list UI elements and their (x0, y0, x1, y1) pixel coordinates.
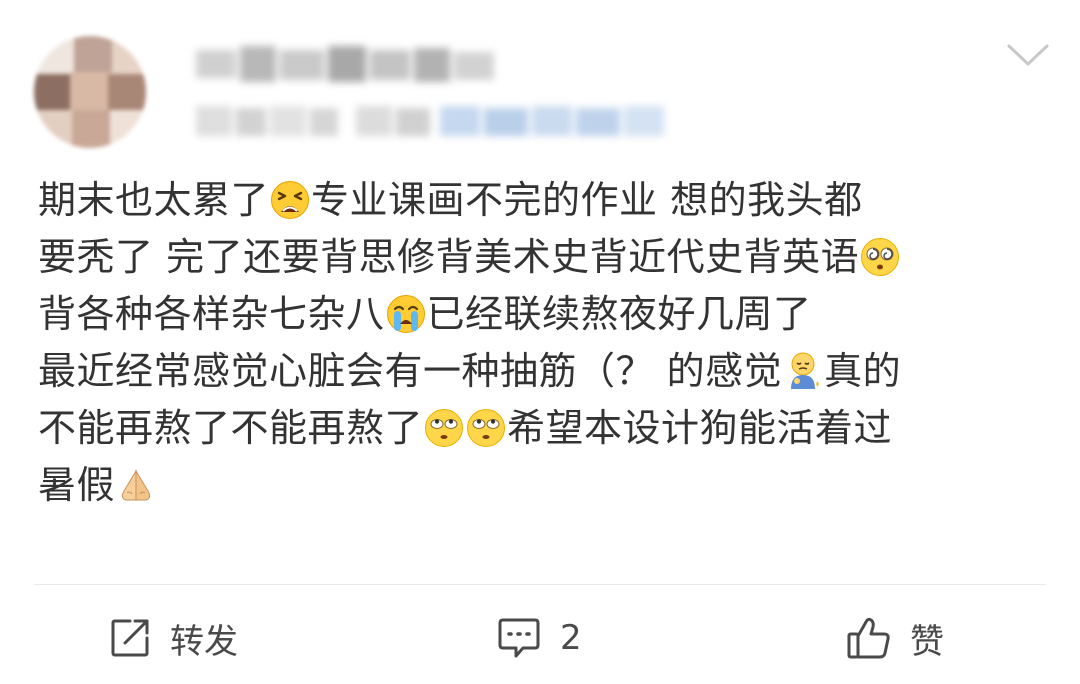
post-line: 背各种各样杂七杂八 已经联续熬夜好几周了 (38, 286, 1048, 343)
post-text-segment: 真的 (824, 349, 902, 393)
post-line: 要秃了 完了还要背思修背美术史背近代史背英语 (38, 229, 1048, 286)
dizzy-face-emoji-icon (861, 238, 900, 276)
tired-face-emoji-icon (271, 181, 310, 219)
share-icon (111, 619, 149, 657)
post-line: 最近经常感觉心脏会有一种抽筋（？ 的感觉 真的 (38, 343, 1048, 400)
comment-count: 2 (560, 618, 582, 658)
like-label: 赞 (910, 621, 944, 662)
chevron-down-icon[interactable] (1006, 40, 1050, 70)
eye-roll-face-emoji-icon (467, 409, 506, 447)
post-header (0, 0, 1080, 160)
folded-hands-emoji-icon (121, 469, 151, 501)
post-text-segment: 不能再熬了不能再熬了 (38, 406, 424, 450)
post-body: 期末也太累了 专业课画不完的作业 想的我头都 要秃了 完了还要背思修背美术史背近… (38, 172, 1048, 514)
post-text-segment: 背各种各样杂七杂八 (38, 292, 385, 336)
post-text-segment: 期末也太累了 (38, 178, 270, 222)
post-text-segment: 要秃了 完了还要背思修背美术史背近代史背英语 (38, 235, 860, 279)
thumbs-up-icon (847, 617, 890, 659)
repost-button[interactable]: 转发 (108, 616, 238, 662)
post-line: 不能再熬了不能再熬了 希望本设计狗能活着过 (38, 400, 1048, 457)
post-meta-blurred (196, 100, 666, 144)
post-text-segment: 已经联续熬夜好几周了 (426, 292, 812, 336)
post-line: 期末也太累了 专业课画不完的作业 想的我头都 (38, 172, 1048, 229)
post-text-segment: 最近经常感觉心脏会有一种抽筋（？ 的感觉 (38, 349, 783, 393)
username-blurred[interactable] (196, 44, 496, 88)
comment-button[interactable]: 2 (496, 616, 582, 660)
eye-roll-face-emoji-icon (425, 409, 464, 447)
divider (34, 584, 1046, 585)
post-line: 暑假 (38, 457, 1048, 514)
sleepy-person-emoji-icon (791, 352, 820, 389)
post-text-segment: 希望本设计狗能活着过 (507, 406, 893, 450)
avatar[interactable] (34, 36, 146, 148)
like-button[interactable]: 赞 (846, 616, 944, 662)
comment-icon (498, 618, 540, 658)
post-text-segment: 专业课画不完的作业 想的我头都 (311, 178, 863, 222)
repost-label: 转发 (170, 621, 238, 662)
post-text-segment: 暑假 (38, 463, 116, 507)
crying-face-emoji-icon (386, 295, 425, 333)
action-bar: 转发 2 赞 (0, 588, 1080, 684)
